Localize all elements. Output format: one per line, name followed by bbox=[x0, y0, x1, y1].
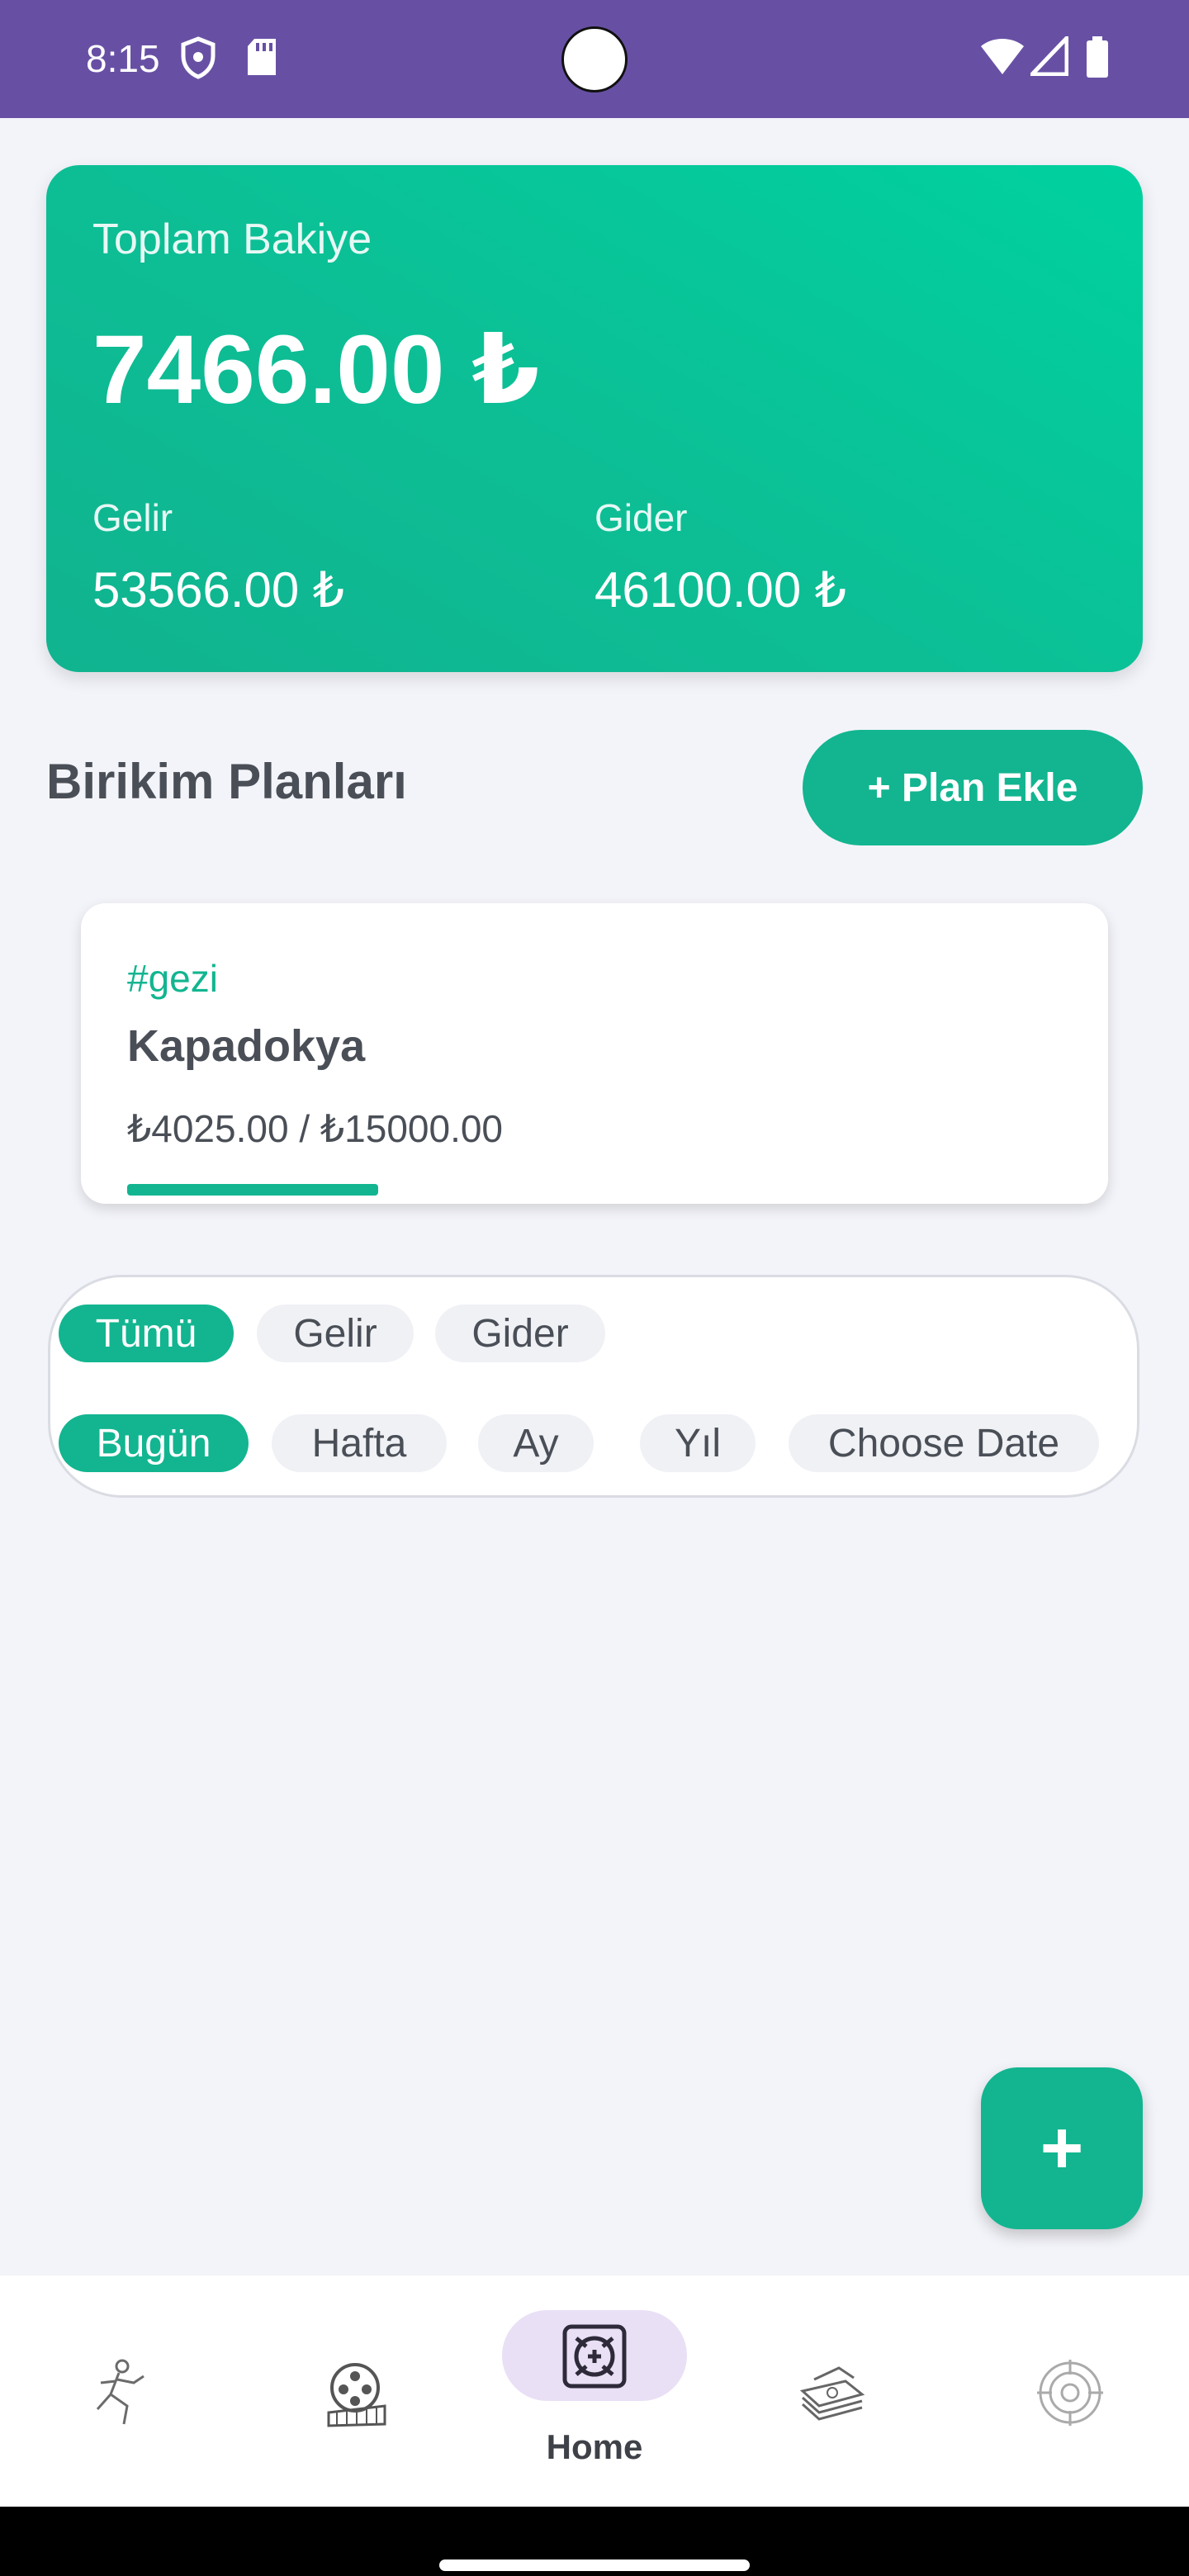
status-time: 8:15 bbox=[86, 37, 160, 80]
cellular-signal-icon bbox=[1030, 36, 1068, 76]
nav-item-media[interactable] bbox=[238, 2275, 476, 2507]
filter-panel: Tümü Gelir Gider Bugün Hafta Ay Yıl Choo… bbox=[48, 1275, 1139, 1498]
income-value: 53566.00 ₺ bbox=[92, 562, 345, 618]
savings-plan-card[interactable]: #gezi Kapadokya ₺4025.00 / ₺15000.00 bbox=[81, 903, 1108, 1204]
money-stack-icon bbox=[799, 2366, 865, 2421]
add-transaction-fab[interactable]: + bbox=[981, 2067, 1143, 2229]
gesture-handle[interactable] bbox=[439, 2559, 750, 2571]
home-emblem-icon bbox=[562, 2324, 627, 2389]
shield-icon bbox=[181, 36, 216, 79]
balance-card: Toplam Bakiye 7466.00 ₺ Gelir 53566.00 ₺… bbox=[46, 165, 1143, 672]
plan-progress-fill bbox=[127, 1184, 378, 1196]
nav-item-settings[interactable] bbox=[951, 2275, 1189, 2507]
savings-plans-title: Birikim Planları bbox=[46, 754, 407, 809]
chip-expense[interactable]: Gider bbox=[435, 1305, 605, 1362]
add-plan-button[interactable]: + Plan Ekle bbox=[803, 730, 1143, 845]
nav-label-home: Home bbox=[546, 2427, 643, 2466]
chip-week[interactable]: Hafta bbox=[272, 1414, 447, 1472]
film-reel-icon bbox=[327, 2363, 386, 2427]
total-balance: 7466.00 ₺ bbox=[92, 315, 540, 424]
expense-label: Gider bbox=[594, 496, 688, 539]
sd-card-icon bbox=[248, 39, 276, 75]
camera-cutout bbox=[561, 26, 628, 92]
income-label: Gelir bbox=[92, 496, 173, 539]
runner-icon bbox=[96, 2359, 144, 2425]
plan-progress-text: ₺4025.00 / ₺15000.00 bbox=[127, 1107, 504, 1150]
expense-value: 46100.00 ₺ bbox=[594, 562, 847, 618]
nav-item-finance[interactable] bbox=[713, 2275, 951, 2507]
chip-choose-date[interactable]: Choose Date bbox=[789, 1414, 1099, 1472]
wifi-icon bbox=[981, 39, 1024, 74]
plan-tag: #gezi bbox=[127, 957, 218, 1000]
chip-income[interactable]: Gelir bbox=[257, 1305, 414, 1362]
chip-all[interactable]: Tümü bbox=[59, 1305, 234, 1362]
nav-item-home[interactable]: Home bbox=[476, 2275, 713, 2507]
plan-progress-bar bbox=[127, 1184, 1062, 1196]
chip-today[interactable]: Bugün bbox=[59, 1414, 249, 1472]
battery-icon bbox=[1087, 36, 1108, 78]
chip-year[interactable]: Yıl bbox=[640, 1414, 756, 1472]
target-icon bbox=[1037, 2360, 1103, 2426]
nav-item-activity[interactable] bbox=[0, 2275, 238, 2507]
status-bar: 8:15 bbox=[0, 0, 1189, 118]
chip-month[interactable]: Ay bbox=[478, 1414, 594, 1472]
bottom-navigation: Home bbox=[0, 2275, 1189, 2507]
balance-title: Toplam Bakiye bbox=[92, 215, 372, 263]
plan-name: Kapadokya bbox=[127, 1021, 366, 1071]
